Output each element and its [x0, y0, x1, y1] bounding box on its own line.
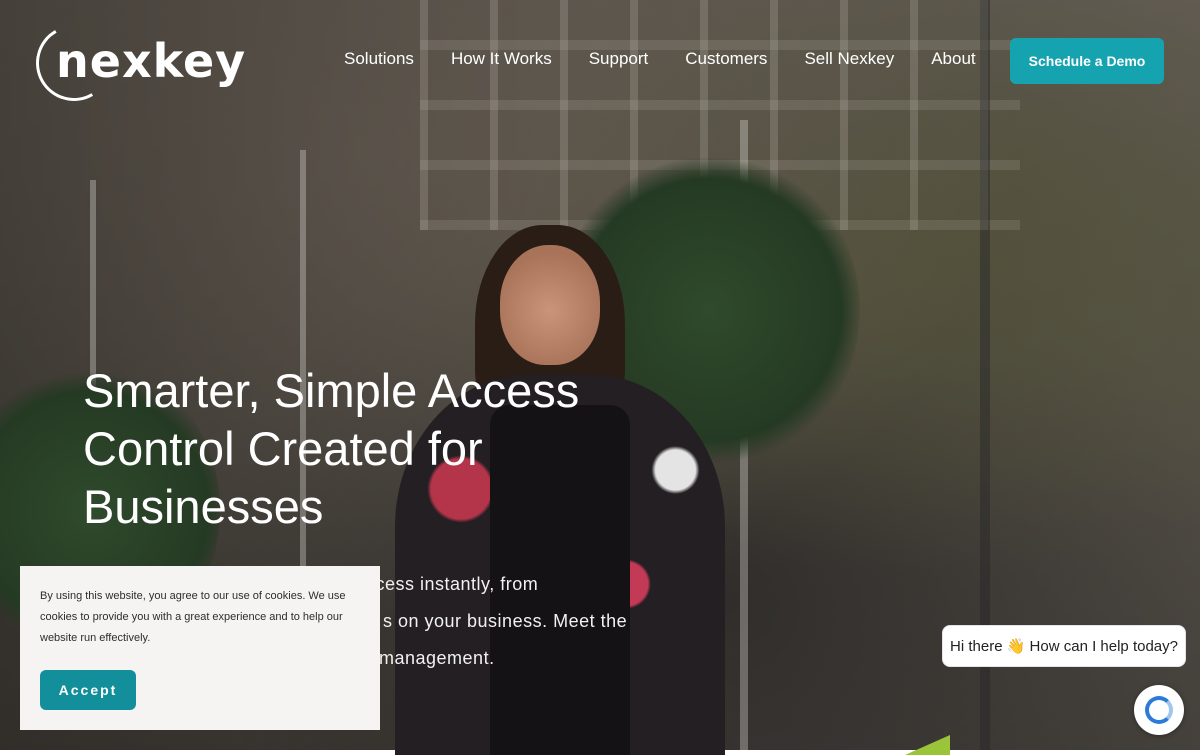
schedule-demo-button[interactable]: Schedule a Demo: [1010, 38, 1164, 84]
accent-shape-decoration: [905, 735, 950, 755]
nav-solutions[interactable]: Solutions: [344, 49, 414, 69]
chat-icon: [1145, 696, 1173, 724]
nav-how-it-works[interactable]: How It Works: [451, 49, 552, 69]
nav-support[interactable]: Support: [589, 49, 649, 69]
hero-title: Smarter, Simple Access Control Created f…: [83, 364, 580, 533]
nav-customers[interactable]: Customers: [685, 49, 767, 69]
chat-greeting-bubble[interactable]: Hi there 👋 How can I help today?: [942, 625, 1186, 667]
cookie-notice: By using this website, you agree to our …: [20, 566, 380, 730]
nexkey-logo[interactable]: nexkey: [27, 16, 245, 110]
chat-launcher-button[interactable]: [1134, 685, 1184, 735]
nav-sell-nexkey[interactable]: Sell Nexkey: [804, 49, 894, 69]
nav-about[interactable]: About: [931, 49, 975, 69]
accept-cookies-button[interactable]: Accept: [40, 670, 136, 710]
main-nav: Solutions How It Works Support Customers…: [344, 49, 976, 69]
logo-wordmark: nexkey: [56, 34, 247, 88]
cookie-notice-text: By using this website, you agree to our …: [40, 590, 346, 644]
